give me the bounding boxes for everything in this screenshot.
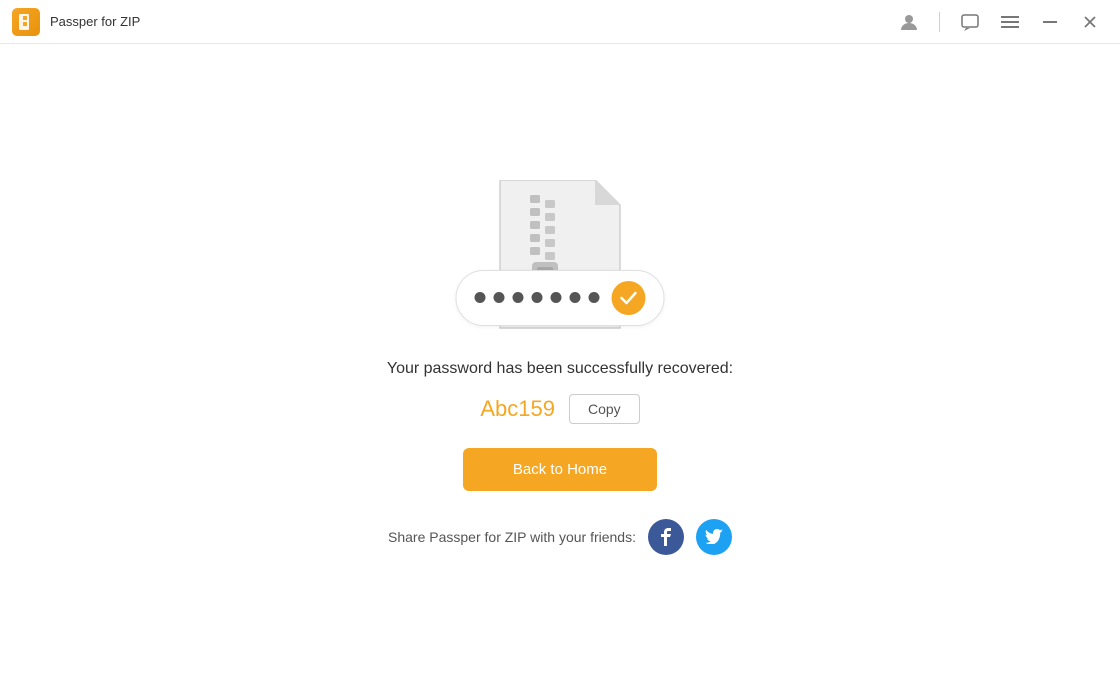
password-value: Abc159 [480,396,555,422]
close-button[interactable] [1072,4,1108,40]
share-text: Share Passper for ZIP with your friends: [388,529,636,545]
app-title: Passper for ZIP [50,14,140,29]
profile-button[interactable] [891,4,927,40]
main-content: Your password has been successfully reco… [0,44,1120,690]
separator [939,12,940,32]
zip-illustration [480,180,640,350]
copy-button[interactable]: Copy [569,394,640,424]
dot-7 [589,292,600,303]
dot-6 [570,292,581,303]
dot-2 [494,292,505,303]
title-bar-left: Passper for ZIP [12,8,891,36]
back-to-home-button[interactable]: Back to Home [463,448,657,491]
check-circle [612,281,646,315]
facebook-button[interactable] [648,519,684,555]
chat-button[interactable] [952,4,988,40]
dot-4 [532,292,543,303]
share-row: Share Passper for ZIP with your friends: [388,519,732,555]
password-unlock-bar [456,270,665,326]
dot-5 [551,292,562,303]
title-bar-actions [891,4,1108,40]
dot-1 [475,292,486,303]
menu-button[interactable] [992,4,1028,40]
twitter-button[interactable] [696,519,732,555]
success-message: Your password has been successfully reco… [387,360,733,378]
dot-3 [513,292,524,303]
minimize-button[interactable] [1032,4,1068,40]
app-icon [12,8,40,36]
title-bar: Passper for ZIP [0,0,1120,44]
password-display: Abc159 Copy [480,394,639,424]
